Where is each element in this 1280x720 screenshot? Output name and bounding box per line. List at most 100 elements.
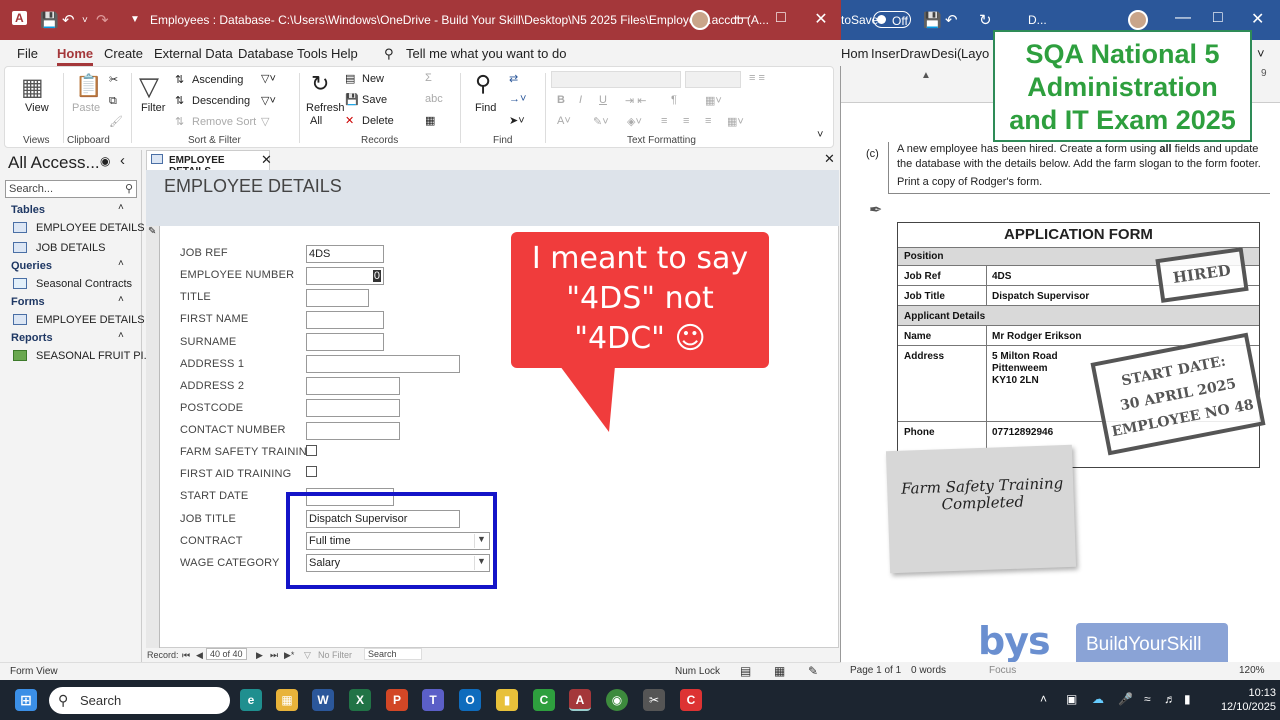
word-focus-mode[interactable]: Focus — [989, 665, 1016, 676]
copy-icon[interactable]: ⧉ — [109, 95, 117, 108]
replace-icon[interactable]: ⇄ — [509, 72, 518, 85]
recorder-icon[interactable]: C — [680, 689, 702, 711]
word-close-button[interactable]: ✕ — [1251, 9, 1264, 29]
taskbar-clock[interactable]: 10:13 12/10/2025 — [1200, 686, 1276, 714]
camtasia-icon[interactable]: C — [533, 689, 555, 711]
close-tab-icon[interactable]: ✕ — [261, 152, 272, 168]
word-tab-insert[interactable]: Inser — [871, 46, 900, 61]
nav-item-job-details-table[interactable]: JOB DETAILS — [36, 242, 105, 254]
descending-button[interactable]: Descending — [192, 95, 250, 107]
excel-icon[interactable]: X — [349, 689, 371, 711]
address-1-field[interactable] — [306, 355, 460, 373]
cut-icon[interactable]: ✂ — [109, 73, 118, 86]
collapse-ribbon-icon[interactable]: ˅ — [817, 129, 823, 141]
tray-app-icon[interactable]: ▣ — [1066, 692, 1077, 706]
word-ribbon-collapse-icon[interactable]: ˅ — [1257, 46, 1265, 61]
tab-employee-details-form[interactable]: EMPLOYEE DETAILS ✕ — [146, 150, 272, 177]
chrome-icon[interactable]: ◉ — [606, 689, 628, 711]
select-icon[interactable]: ➤˅ — [509, 114, 525, 127]
current-record-box[interactable]: 40 of 40 — [206, 648, 247, 660]
outlook-icon[interactable]: O — [459, 689, 481, 711]
contact-number-field[interactable] — [306, 422, 400, 440]
word-icon[interactable]: W — [312, 689, 334, 711]
word-minimize-button[interactable]: — — [1175, 9, 1191, 27]
new-record-button[interactable]: New — [362, 73, 384, 85]
tab-file[interactable]: File — [17, 46, 38, 61]
nav-section-tables[interactable]: Tables — [11, 204, 45, 216]
snipping-tool-icon[interactable]: ✂ — [643, 689, 665, 711]
tab-home[interactable]: Home — [57, 46, 94, 66]
record-selector[interactable]: ✎ — [146, 226, 160, 648]
edge-icon[interactable]: e — [240, 689, 262, 711]
design-view-icon[interactable]: ✎ — [808, 664, 818, 678]
form-view-icon[interactable]: ▤ — [740, 664, 751, 678]
user-avatar[interactable] — [690, 10, 710, 30]
windows-start-icon[interactable]: ⊞ — [15, 689, 37, 711]
first-aid-training-checkbox[interactable] — [306, 466, 317, 477]
word-redo-icon[interactable]: ↻ — [979, 11, 992, 29]
nav-item-seasonal-fruit-report[interactable]: SEASONAL FRUIT PI... — [36, 350, 153, 362]
tab-database-tools[interactable]: Database Tools — [238, 46, 327, 61]
address-2-field[interactable] — [306, 377, 400, 395]
nav-menu-icon[interactable]: ◉ — [100, 154, 110, 168]
taskbar-search[interactable]: ⚲ Search — [49, 687, 230, 714]
selection-icon[interactable]: ▽˅ — [261, 72, 276, 85]
view-button[interactable]: View — [25, 102, 49, 114]
filter-button[interactable]: Filter — [141, 102, 165, 114]
power-bi-icon[interactable]: ▮ — [496, 689, 518, 711]
paste-button[interactable]: Paste — [72, 102, 100, 114]
word-zoom-level[interactable]: 120% — [1239, 665, 1265, 676]
wifi-icon[interactable]: ≈ — [1144, 692, 1151, 706]
nav-item-employee-details-form[interactable]: EMPLOYEE DETAILS — [36, 314, 145, 326]
close-object-icon[interactable]: ✕ — [824, 151, 835, 167]
new-blank-record-icon[interactable]: ▶* — [284, 650, 294, 661]
ascending-button[interactable]: Ascending — [192, 74, 243, 86]
file-explorer-icon[interactable]: ▦ — [276, 689, 298, 711]
nav-item-employee-details-table[interactable]: EMPLOYEE DETAILS — [36, 222, 145, 234]
prev-record-icon[interactable]: ◀ — [196, 650, 203, 661]
word-user-avatar[interactable] — [1128, 10, 1148, 30]
undo-icon[interactable]: ↶ — [62, 11, 75, 29]
nav-section-reports[interactable]: Reports — [11, 332, 53, 344]
chevron-up-icon[interactable]: ˄ — [118, 330, 124, 341]
farm-safety-training-checkbox[interactable] — [306, 445, 317, 456]
volume-icon[interactable]: ♬ — [1164, 692, 1176, 706]
ruler-indent-icon[interactable]: ▲ — [921, 70, 931, 81]
more-records-icon[interactable]: ▦ — [425, 114, 435, 127]
collapse-nav-icon[interactable]: ‹ — [120, 152, 125, 169]
postcode-field[interactable] — [306, 399, 400, 417]
tab-help[interactable]: Help — [331, 46, 358, 61]
customize-qat-icon[interactable]: ▼ — [130, 14, 140, 25]
record-search-box[interactable]: Search — [364, 648, 422, 660]
word-tab-layout[interactable]: Layo — [961, 46, 989, 61]
battery-icon[interactable]: ▮ — [1184, 692, 1191, 706]
last-record-icon[interactable]: ⏭ — [270, 650, 278, 661]
pen-icon[interactable]: ✒ — [869, 200, 882, 220]
maximize-button[interactable]: □ — [766, 9, 796, 27]
title-field[interactable] — [306, 289, 369, 307]
first-name-field[interactable] — [306, 311, 384, 329]
teams-icon[interactable]: T — [422, 689, 444, 711]
refresh-all-sub[interactable]: All — [310, 115, 322, 127]
microphone-icon[interactable]: 🎤 — [1118, 692, 1133, 706]
next-record-icon[interactable]: ▶ — [256, 650, 263, 661]
minimize-button[interactable]: — — [726, 9, 756, 27]
chevron-up-icon[interactable]: ˄ — [118, 258, 124, 269]
advanced-filter-icon[interactable]: ▽˅ — [261, 94, 276, 107]
refresh-all-button[interactable]: Refresh — [306, 102, 345, 114]
tell-me-box[interactable]: Tell me what you want to do — [406, 46, 566, 61]
layout-view-icon[interactable]: ▦ — [774, 664, 785, 678]
nav-section-forms[interactable]: Forms — [11, 296, 45, 308]
word-tab-home[interactable]: Hom — [841, 46, 868, 61]
first-record-icon[interactable]: ⏮ — [182, 650, 190, 661]
tab-external-data[interactable]: External Data — [154, 46, 233, 61]
chevron-up-icon[interactable]: ˄ — [118, 202, 124, 213]
powerpoint-icon[interactable]: P — [386, 689, 408, 711]
nav-search-input[interactable]: Search... ⚲ — [5, 180, 137, 198]
word-save-icon[interactable]: 💾 — [923, 11, 942, 29]
save-record-button[interactable]: Save — [362, 94, 387, 106]
onedrive-icon[interactable]: ☁ — [1092, 692, 1104, 706]
word-tab-design[interactable]: Desi( — [931, 46, 961, 61]
save-icon[interactable]: 💾 — [40, 11, 59, 29]
job-ref-field[interactable]: 4DS — [306, 245, 384, 263]
